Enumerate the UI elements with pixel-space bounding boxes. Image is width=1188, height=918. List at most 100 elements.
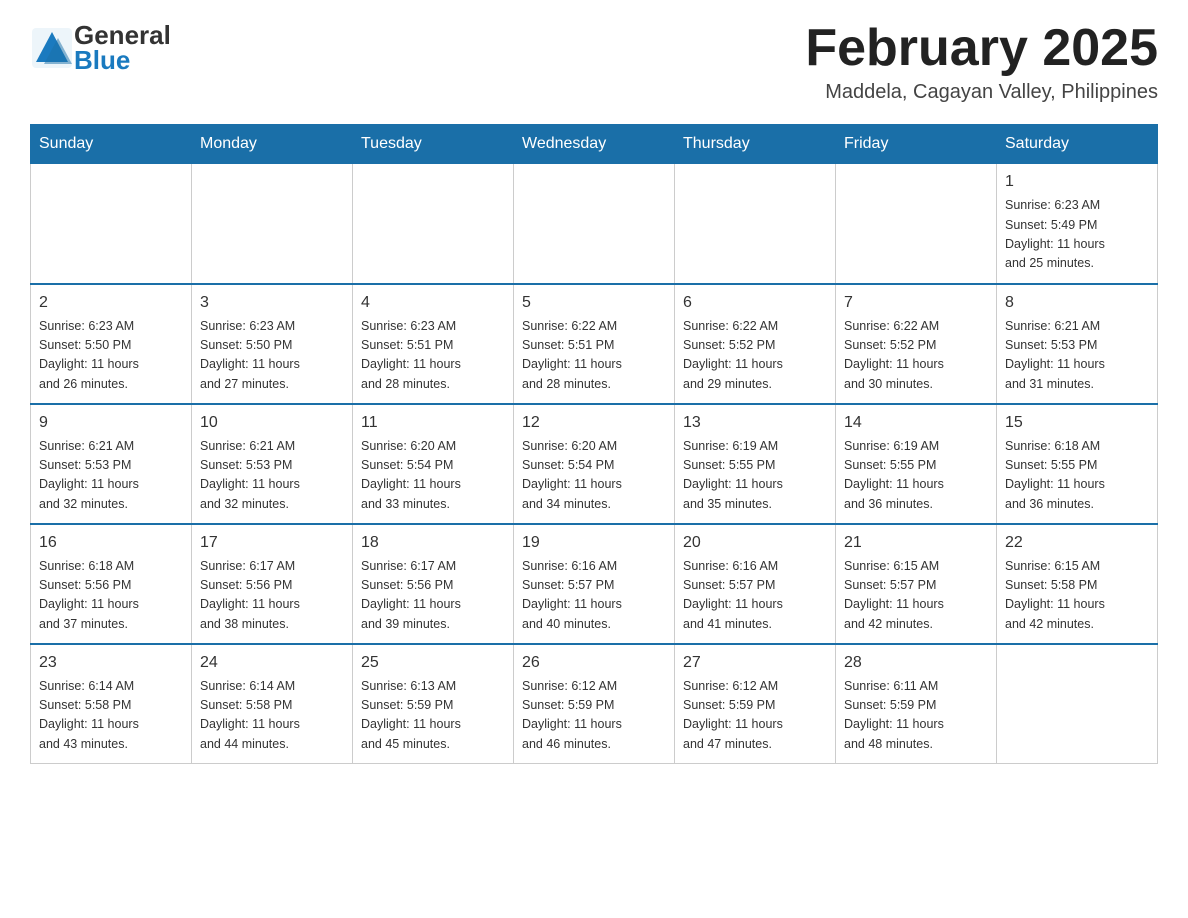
day-info: Sunrise: 6:22 AM Sunset: 5:52 PM Dayligh… (683, 317, 827, 395)
calendar-day-cell: 18Sunrise: 6:17 AM Sunset: 5:56 PM Dayli… (353, 524, 514, 644)
calendar-day-cell: 20Sunrise: 6:16 AM Sunset: 5:57 PM Dayli… (675, 524, 836, 644)
day-number: 4 (361, 291, 505, 315)
calendar-day-cell: 14Sunrise: 6:19 AM Sunset: 5:55 PM Dayli… (836, 404, 997, 524)
day-number: 15 (1005, 411, 1149, 435)
calendar-day-cell: 22Sunrise: 6:15 AM Sunset: 5:58 PM Dayli… (997, 524, 1158, 644)
day-info: Sunrise: 6:20 AM Sunset: 5:54 PM Dayligh… (522, 437, 666, 515)
calendar-day-cell: 9Sunrise: 6:21 AM Sunset: 5:53 PM Daylig… (31, 404, 192, 524)
day-number: 20 (683, 531, 827, 555)
weekday-header-tuesday: Tuesday (353, 125, 514, 164)
day-number: 3 (200, 291, 344, 315)
day-number: 16 (39, 531, 183, 555)
day-number: 9 (39, 411, 183, 435)
weekday-header-sunday: Sunday (31, 125, 192, 164)
calendar-day-cell: 7Sunrise: 6:22 AM Sunset: 5:52 PM Daylig… (836, 284, 997, 404)
day-info: Sunrise: 6:11 AM Sunset: 5:59 PM Dayligh… (844, 677, 988, 755)
day-info: Sunrise: 6:17 AM Sunset: 5:56 PM Dayligh… (361, 557, 505, 635)
calendar-day-cell (31, 164, 192, 284)
calendar-day-cell: 26Sunrise: 6:12 AM Sunset: 5:59 PM Dayli… (514, 644, 675, 764)
calendar-header: SundayMondayTuesdayWednesdayThursdayFrid… (31, 125, 1158, 164)
day-number: 26 (522, 651, 666, 675)
calendar-day-cell: 27Sunrise: 6:12 AM Sunset: 5:59 PM Dayli… (675, 644, 836, 764)
day-info: Sunrise: 6:13 AM Sunset: 5:59 PM Dayligh… (361, 677, 505, 755)
page-header: General Blue February 2025 Maddela, Caga… (30, 20, 1158, 104)
day-number: 28 (844, 651, 988, 675)
day-info: Sunrise: 6:23 AM Sunset: 5:51 PM Dayligh… (361, 317, 505, 395)
calendar-day-cell: 24Sunrise: 6:14 AM Sunset: 5:58 PM Dayli… (192, 644, 353, 764)
day-info: Sunrise: 6:23 AM Sunset: 5:49 PM Dayligh… (1005, 196, 1149, 274)
logo-icon (30, 26, 74, 70)
day-info: Sunrise: 6:15 AM Sunset: 5:58 PM Dayligh… (1005, 557, 1149, 635)
calendar-day-cell (192, 164, 353, 284)
calendar-week-row: 9Sunrise: 6:21 AM Sunset: 5:53 PM Daylig… (31, 404, 1158, 524)
weekday-header-friday: Friday (836, 125, 997, 164)
day-info: Sunrise: 6:20 AM Sunset: 5:54 PM Dayligh… (361, 437, 505, 515)
weekday-header-row: SundayMondayTuesdayWednesdayThursdayFrid… (31, 125, 1158, 164)
day-number: 18 (361, 531, 505, 555)
calendar-week-row: 1Sunrise: 6:23 AM Sunset: 5:49 PM Daylig… (31, 164, 1158, 284)
day-info: Sunrise: 6:23 AM Sunset: 5:50 PM Dayligh… (200, 317, 344, 395)
calendar-day-cell: 21Sunrise: 6:15 AM Sunset: 5:57 PM Dayli… (836, 524, 997, 644)
calendar-day-cell: 3Sunrise: 6:23 AM Sunset: 5:50 PM Daylig… (192, 284, 353, 404)
calendar-body: 1Sunrise: 6:23 AM Sunset: 5:49 PM Daylig… (31, 164, 1158, 764)
logo: General Blue (30, 20, 171, 76)
calendar-day-cell: 28Sunrise: 6:11 AM Sunset: 5:59 PM Dayli… (836, 644, 997, 764)
day-info: Sunrise: 6:18 AM Sunset: 5:55 PM Dayligh… (1005, 437, 1149, 515)
calendar-day-cell: 25Sunrise: 6:13 AM Sunset: 5:59 PM Dayli… (353, 644, 514, 764)
calendar-day-cell: 12Sunrise: 6:20 AM Sunset: 5:54 PM Dayli… (514, 404, 675, 524)
day-number: 27 (683, 651, 827, 675)
calendar-week-row: 23Sunrise: 6:14 AM Sunset: 5:58 PM Dayli… (31, 644, 1158, 764)
calendar-day-cell: 23Sunrise: 6:14 AM Sunset: 5:58 PM Dayli… (31, 644, 192, 764)
calendar-day-cell: 8Sunrise: 6:21 AM Sunset: 5:53 PM Daylig… (997, 284, 1158, 404)
day-info: Sunrise: 6:23 AM Sunset: 5:50 PM Dayligh… (39, 317, 183, 395)
day-number: 17 (200, 531, 344, 555)
day-info: Sunrise: 6:16 AM Sunset: 5:57 PM Dayligh… (522, 557, 666, 635)
day-info: Sunrise: 6:18 AM Sunset: 5:56 PM Dayligh… (39, 557, 183, 635)
location-title: Maddela, Cagayan Valley, Philippines (805, 81, 1158, 104)
day-info: Sunrise: 6:21 AM Sunset: 5:53 PM Dayligh… (200, 437, 344, 515)
day-number: 14 (844, 411, 988, 435)
calendar-week-row: 2Sunrise: 6:23 AM Sunset: 5:50 PM Daylig… (31, 284, 1158, 404)
calendar-day-cell: 13Sunrise: 6:19 AM Sunset: 5:55 PM Dayli… (675, 404, 836, 524)
title-section: February 2025 Maddela, Cagayan Valley, P… (805, 20, 1158, 104)
day-info: Sunrise: 6:12 AM Sunset: 5:59 PM Dayligh… (522, 677, 666, 755)
calendar-day-cell: 6Sunrise: 6:22 AM Sunset: 5:52 PM Daylig… (675, 284, 836, 404)
day-info: Sunrise: 6:19 AM Sunset: 5:55 PM Dayligh… (844, 437, 988, 515)
calendar-day-cell: 10Sunrise: 6:21 AM Sunset: 5:53 PM Dayli… (192, 404, 353, 524)
day-number: 7 (844, 291, 988, 315)
calendar-day-cell (836, 164, 997, 284)
calendar-day-cell: 16Sunrise: 6:18 AM Sunset: 5:56 PM Dayli… (31, 524, 192, 644)
day-info: Sunrise: 6:21 AM Sunset: 5:53 PM Dayligh… (39, 437, 183, 515)
day-info: Sunrise: 6:12 AM Sunset: 5:59 PM Dayligh… (683, 677, 827, 755)
weekday-header-monday: Monday (192, 125, 353, 164)
calendar-day-cell: 1Sunrise: 6:23 AM Sunset: 5:49 PM Daylig… (997, 164, 1158, 284)
day-number: 8 (1005, 291, 1149, 315)
day-number: 25 (361, 651, 505, 675)
calendar-day-cell: 5Sunrise: 6:22 AM Sunset: 5:51 PM Daylig… (514, 284, 675, 404)
day-number: 12 (522, 411, 666, 435)
calendar-day-cell (514, 164, 675, 284)
logo-blue-text: Blue (74, 45, 171, 76)
day-number: 24 (200, 651, 344, 675)
calendar-day-cell (675, 164, 836, 284)
day-info: Sunrise: 6:19 AM Sunset: 5:55 PM Dayligh… (683, 437, 827, 515)
weekday-header-saturday: Saturday (997, 125, 1158, 164)
day-number: 6 (683, 291, 827, 315)
day-info: Sunrise: 6:21 AM Sunset: 5:53 PM Dayligh… (1005, 317, 1149, 395)
calendar-day-cell (997, 644, 1158, 764)
calendar-day-cell: 11Sunrise: 6:20 AM Sunset: 5:54 PM Dayli… (353, 404, 514, 524)
calendar-day-cell: 19Sunrise: 6:16 AM Sunset: 5:57 PM Dayli… (514, 524, 675, 644)
calendar-day-cell (353, 164, 514, 284)
day-info: Sunrise: 6:14 AM Sunset: 5:58 PM Dayligh… (200, 677, 344, 755)
calendar-day-cell: 15Sunrise: 6:18 AM Sunset: 5:55 PM Dayli… (997, 404, 1158, 524)
logo-name: General Blue (74, 20, 171, 76)
day-info: Sunrise: 6:22 AM Sunset: 5:52 PM Dayligh… (844, 317, 988, 395)
weekday-header-wednesday: Wednesday (514, 125, 675, 164)
day-number: 23 (39, 651, 183, 675)
day-info: Sunrise: 6:14 AM Sunset: 5:58 PM Dayligh… (39, 677, 183, 755)
day-number: 2 (39, 291, 183, 315)
day-number: 10 (200, 411, 344, 435)
day-number: 11 (361, 411, 505, 435)
weekday-header-thursday: Thursday (675, 125, 836, 164)
calendar-day-cell: 17Sunrise: 6:17 AM Sunset: 5:56 PM Dayli… (192, 524, 353, 644)
